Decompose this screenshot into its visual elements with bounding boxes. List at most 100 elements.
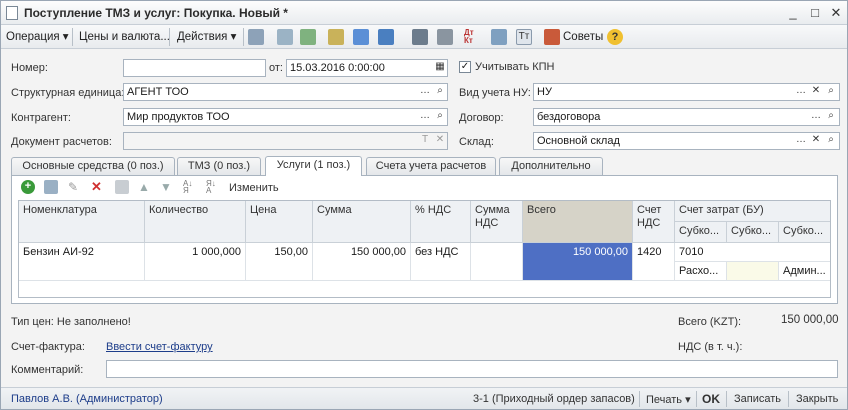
cell-quantity[interactable]: 1 000,000 <box>145 243 246 281</box>
nu-select-button[interactable]: … <box>794 84 808 100</box>
copy-row-icon[interactable] <box>44 180 58 194</box>
minimize-button[interactable]: _ <box>784 5 802 21</box>
print-menu[interactable]: Печать ▾ <box>646 393 691 406</box>
contractor-select-button[interactable]: … <box>418 109 432 125</box>
edit-row-icon[interactable]: ✎ <box>68 180 82 194</box>
unit-select-button[interactable]: … <box>418 84 432 100</box>
contract-search-icon[interactable]: ⌕ <box>824 109 838 125</box>
col-quantity[interactable]: Количество <box>145 201 246 243</box>
end-edit-icon[interactable] <box>115 180 129 194</box>
warehouse-select-button[interactable]: … <box>794 133 808 149</box>
settlement-clear-icon[interactable]: ✕ <box>433 133 447 149</box>
tab-additional[interactable]: Дополнительно <box>499 157 603 175</box>
view-icon[interactable] <box>353 29 369 45</box>
help-icon[interactable]: ? <box>607 29 623 45</box>
order-button[interactable]: 3-1 (Приходный ордер запасов) <box>473 393 635 405</box>
total-label: Всего (KZT): <box>678 316 742 328</box>
cell-subko-2[interactable] <box>727 262 779 281</box>
settlement-field[interactable] <box>123 132 448 150</box>
cell-total[interactable]: 150 000,00 <box>523 243 633 281</box>
col-vat-account[interactable]: Счет НДС <box>633 201 675 243</box>
cell-cost-account[interactable]: 7010 <box>675 243 830 262</box>
cell-vat-pct[interactable]: без НДС <box>411 243 471 281</box>
col-price[interactable]: Цена <box>246 201 313 243</box>
comment-field[interactable] <box>106 360 838 378</box>
refresh-icon[interactable] <box>328 29 344 45</box>
delete-row-icon[interactable]: ✕ <box>91 180 105 194</box>
contract-field[interactable]: бездоговора <box>533 108 840 126</box>
settlement-label: Документ расчетов: <box>11 136 112 148</box>
number-field[interactable] <box>123 59 266 77</box>
move-up-icon[interactable]: ▲ <box>138 180 152 194</box>
close-window-button[interactable]: ✕ <box>827 5 845 21</box>
unit-search-icon[interactable]: ⌕ <box>433 84 447 100</box>
font-icon[interactable]: Тт <box>516 29 532 45</box>
total-value: 150 000,00 <box>781 314 839 326</box>
col-subko-1[interactable]: Субко... <box>675 222 727 243</box>
col-sum[interactable]: Сумма <box>313 201 411 243</box>
move-down-icon[interactable]: ▼ <box>160 180 174 194</box>
tab-tmz[interactable]: ТМЗ (0 поз.) <box>177 157 261 175</box>
document-icon <box>6 6 18 20</box>
cell-sum[interactable]: 150 000,00 <box>313 243 411 281</box>
number-label: Номер: <box>11 62 48 74</box>
tab-settlement-accounts[interactable]: Счета учета расчетов <box>366 157 496 175</box>
contractor-label: Контрагент: <box>11 112 71 124</box>
kpn-label: Учитывать КПН <box>475 61 555 73</box>
warehouse-label: Склад: <box>459 136 494 148</box>
contractor-search-icon[interactable]: ⌕ <box>433 109 447 125</box>
post-icon[interactable] <box>277 29 293 45</box>
warehouse-clear-icon[interactable]: ✕ <box>809 133 823 149</box>
col-vat-sum[interactable]: Сумма НДС <box>471 201 523 243</box>
col-vat-pct[interactable]: % НДС <box>411 201 471 243</box>
tips-button[interactable]: Советы <box>563 29 603 46</box>
save-doc-icon[interactable] <box>248 29 264 45</box>
kpn-checkbox[interactable]: ✓ <box>459 61 471 73</box>
sort-asc-icon[interactable]: A↓ Я <box>183 180 197 195</box>
nu-search-icon[interactable]: ⌕ <box>824 84 838 100</box>
cell-vat-account[interactable]: 1420 <box>633 243 675 281</box>
actions-menu[interactable]: Действия ▾ <box>177 29 236 46</box>
enter-invoice-link[interactable]: Ввести счет-фактуру <box>106 341 213 353</box>
maximize-button[interactable]: □ <box>806 5 824 21</box>
change-button[interactable]: Изменить <box>229 182 279 194</box>
cell-subko-3[interactable]: Админ... <box>779 262 830 281</box>
table-icon[interactable] <box>437 29 453 45</box>
ok-button[interactable]: OK <box>702 392 720 406</box>
col-total[interactable]: Всего <box>523 201 633 243</box>
structure-icon[interactable] <box>491 29 507 45</box>
cell-nomenclature[interactable]: Бензин АИ-92 <box>19 243 145 281</box>
cell-subko-1[interactable]: Расхо... <box>675 262 727 281</box>
list-icon[interactable] <box>412 29 428 45</box>
sort-desc-icon[interactable]: Я↓ A <box>206 180 220 195</box>
contractor-field[interactable]: Мир продуктов ТОО <box>123 108 448 126</box>
contract-label: Договор: <box>459 112 504 124</box>
col-cost-account[interactable]: Счет затрат (БУ) <box>675 201 830 222</box>
operation-menu[interactable]: Операция ▾ <box>6 29 69 46</box>
nu-clear-icon[interactable]: ✕ <box>809 84 823 100</box>
contract-select-button[interactable]: … <box>809 109 823 125</box>
calendar-icon[interactable]: ▦ <box>433 60 447 76</box>
col-subko-2[interactable]: Субко... <box>727 222 779 243</box>
dt-kt-icon[interactable]: Дт Кт <box>464 29 480 45</box>
copy-icon[interactable] <box>300 29 316 45</box>
save-button[interactable]: Записать <box>734 393 781 405</box>
vat-label: НДС (в т. ч.): <box>678 341 743 353</box>
go-icon[interactable] <box>378 29 394 45</box>
col-nomenclature[interactable]: Номенклатура <box>19 201 145 243</box>
prices-currency-button[interactable]: Цены и валюта... <box>79 29 170 46</box>
cell-vat-sum[interactable] <box>471 243 523 281</box>
col-subko-3[interactable]: Субко... <box>779 222 830 243</box>
close-button[interactable]: Закрыть <box>796 393 838 405</box>
tips-book-icon[interactable] <box>544 29 560 45</box>
invoice-label: Счет-фактура: <box>11 341 85 353</box>
add-row-icon[interactable]: + <box>21 180 35 194</box>
tab-services[interactable]: Услуги (1 поз.) <box>265 156 362 176</box>
unit-field[interactable]: АГЕНТ ТОО <box>123 83 448 101</box>
settlement-type-icon[interactable]: T <box>418 133 432 149</box>
comment-label: Комментарий: <box>11 364 84 376</box>
warehouse-search-icon[interactable]: ⌕ <box>824 133 838 149</box>
cell-price[interactable]: 150,00 <box>246 243 313 281</box>
date-field[interactable]: 15.03.2016 0:00:00 <box>286 59 448 77</box>
tab-fixed-assets[interactable]: Основные средства (0 поз.) <box>11 157 175 175</box>
